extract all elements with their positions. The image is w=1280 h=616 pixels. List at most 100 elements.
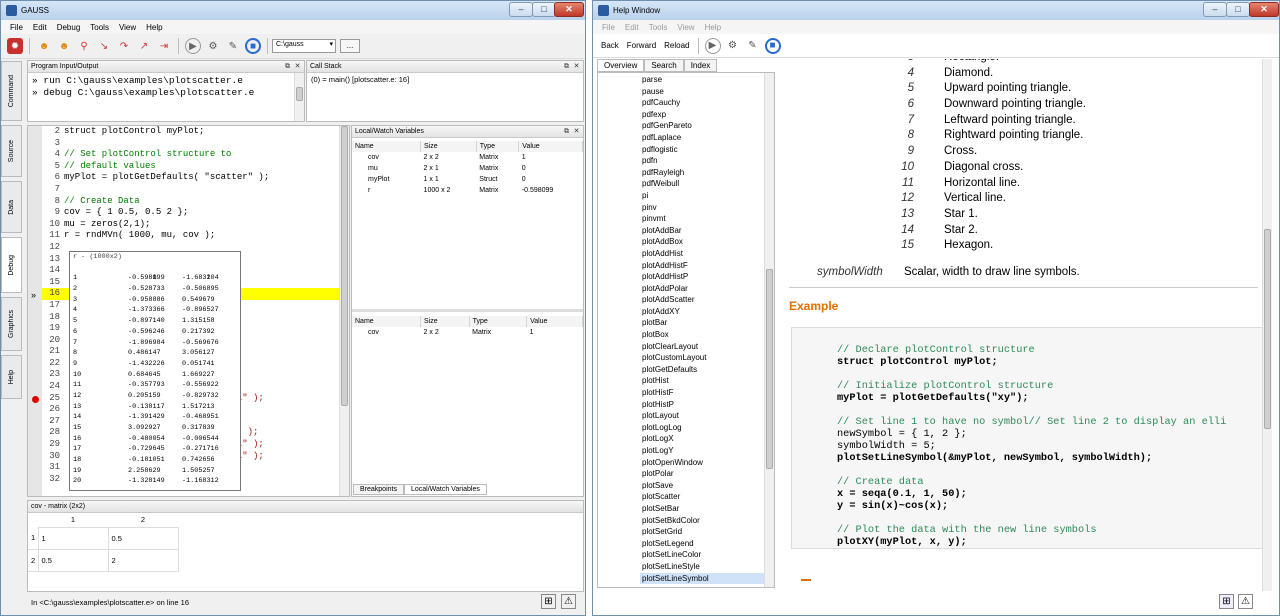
watch-col-header[interactable]: Value <box>518 141 583 152</box>
topic-item[interactable]: plotBox <box>640 329 774 341</box>
run-to-cursor-icon[interactable]: ⇥ <box>156 38 172 54</box>
working-dir-select[interactable]: C:\gauss ▾ <box>272 39 336 53</box>
topic-item[interactable]: plotOpenWindow <box>640 457 774 469</box>
topic-item[interactable]: plotSetLineStyle <box>640 561 774 573</box>
topic-item[interactable]: plotScatter <box>640 491 774 503</box>
tab-index[interactable]: Index <box>683 59 718 72</box>
menu-file[interactable]: File <box>5 23 28 32</box>
topic-item[interactable]: plotSetGrid <box>640 526 774 538</box>
tab-graphics[interactable]: Graphics <box>1 297 22 351</box>
topic-item[interactable]: plotSetBkdColor <box>640 515 774 527</box>
reload-button[interactable]: Reload <box>660 41 693 50</box>
topic-item[interactable]: plotLogLog <box>640 422 774 434</box>
tab-overview[interactable]: Overview <box>597 59 645 72</box>
watch-col-header[interactable]: Type <box>476 141 520 152</box>
topic-list[interactable]: parse pause pdfCauchy pdfexp pdfGenPareto pdf… <box>598 73 774 585</box>
watch-row[interactable]: cov 2 x 2 Matrix 1 <box>352 152 583 163</box>
edit-icon[interactable]: ✎ <box>745 38 761 54</box>
topic-item[interactable]: plotAddScatter <box>640 294 774 306</box>
warning-icon[interactable]: ⚠ <box>1238 594 1253 609</box>
step-into-icon[interactable]: ↘ <box>96 38 112 54</box>
example-code[interactable]: // Declare plotControl structure struct p… <box>791 327 1271 549</box>
topic-item[interactable]: plotAddBar <box>640 225 774 237</box>
watch-row[interactable]: r 1000 x 2 Matrix -0.598099 <box>352 185 583 196</box>
stop-icon[interactable]: ■ <box>764 37 781 54</box>
tab-breakpoints[interactable]: Breakpoints <box>353 484 404 495</box>
watch-table[interactable]: Name Size Type Value cov 2 x 2 Matrix 1 mu 2 x 1 M… <box>352 141 583 196</box>
menu-edit[interactable]: Edit <box>28 23 52 32</box>
code-line[interactable]: 9 cov = { 1 0.5, 0.5 2 }; <box>42 207 339 219</box>
topic-item[interactable]: plotAddPolar <box>640 283 774 295</box>
content-scrollbar[interactable] <box>1262 59 1272 591</box>
float-icon[interactable]: ⧉ <box>283 62 292 71</box>
matrix-row[interactable]: 2 0.5 2 <box>28 549 179 572</box>
browse-button[interactable]: ... <box>340 39 360 53</box>
code-line[interactable]: 8 // Create Data <box>42 196 339 208</box>
forward-button[interactable]: Forward <box>623 41 660 50</box>
editor-gutter[interactable] <box>28 126 42 496</box>
topic-item[interactable]: plotAddHist <box>640 248 774 260</box>
program-io-output[interactable]: » run C:\gauss\examples\plotscatter.e» d… <box>28 73 304 101</box>
tab-local-watch[interactable]: Local/Watch Variables <box>403 484 487 495</box>
watch-divider[interactable] <box>352 309 583 312</box>
code-line[interactable]: 11 r = rndMVn( 1000, mu, cov ); <box>42 230 339 242</box>
tab-search[interactable]: Search <box>644 59 684 72</box>
close-button[interactable]: ✕ <box>554 2 584 17</box>
code-line[interactable]: 3 <box>42 138 339 150</box>
menu-help[interactable]: Help <box>700 23 726 32</box>
watch-col-header[interactable]: Size <box>420 141 477 152</box>
topic-item[interactable]: pdfn <box>640 155 774 167</box>
play-icon[interactable]: ▶ <box>704 37 721 54</box>
topic-item[interactable]: plotGetDefaults <box>640 364 774 376</box>
topic-item[interactable]: plotClearLayout <box>640 341 774 353</box>
watch-col-header[interactable]: Name <box>352 316 422 327</box>
topic-item[interactable]: plotSetLineColor <box>640 549 774 561</box>
topic-item[interactable]: plotBar <box>640 317 774 329</box>
topic-item[interactable]: pdflogistic <box>640 144 774 156</box>
warning-icon[interactable]: ⚠ <box>561 594 576 609</box>
topic-item[interactable]: plotLayout <box>640 410 774 422</box>
menu-view[interactable]: View <box>114 23 141 32</box>
tab-help[interactable]: Help <box>1 355 22 399</box>
topic-item[interactable]: plotAddXY <box>640 306 774 318</box>
watch-table-2[interactable]: Name Size Type Value cov 2 x 2 Matrix 1 <box>352 316 583 338</box>
topic-item[interactable]: pinv <box>640 202 774 214</box>
code-line[interactable]: 2 struct plotControl myPlot; <box>42 126 339 138</box>
minimize-button[interactable]: – <box>509 2 533 17</box>
topic-item[interactable]: plotAddHistF <box>640 260 774 272</box>
menu-view[interactable]: View <box>672 23 699 32</box>
topic-item[interactable]: pdfGenPareto <box>640 120 774 132</box>
code-line[interactable]: 5 // default values <box>42 161 339 173</box>
topic-item[interactable]: pause <box>640 86 774 98</box>
edit-icon[interactable]: ✎ <box>225 38 241 54</box>
debug-icon[interactable]: ☻ <box>56 38 72 54</box>
back-button[interactable]: Back <box>597 41 623 50</box>
close-icon[interactable]: ✕ <box>293 62 302 71</box>
topic-item[interactable]: pdfLaplace <box>640 132 774 144</box>
menu-edit[interactable]: Edit <box>620 23 644 32</box>
close-icon[interactable]: ✕ <box>572 62 581 71</box>
topic-item[interactable]: pdfRayleigh <box>640 167 774 179</box>
topic-item[interactable]: plotCustomLayout <box>640 352 774 364</box>
watch-row[interactable]: cov 2 x 2 Matrix 1 <box>352 327 583 338</box>
maximize-button[interactable]: □ <box>532 2 556 17</box>
menu-tools[interactable]: Tools <box>85 23 114 32</box>
watch-col-header[interactable]: Name <box>352 141 422 152</box>
watch-row[interactable]: myPlot 1 x 1 Struct 0 <box>352 174 583 185</box>
topic-item[interactable]: plotLogX <box>640 433 774 445</box>
tab-data[interactable]: Data <box>1 181 22 233</box>
menu-debug[interactable]: Debug <box>52 23 86 32</box>
watch-row[interactable]: mu 2 x 1 Matrix 0 <box>352 163 583 174</box>
matrix-row[interactable]: 1 1 0.5 <box>28 527 179 550</box>
topic-item[interactable]: plotSetLineSymbol <box>640 572 774 585</box>
watch-col-header[interactable]: Type <box>469 316 528 327</box>
topic-item[interactable]: plotLogY <box>640 445 774 457</box>
matrix-table[interactable]: 1 2 1 1 0.5 2 0.5 2 <box>28 513 179 572</box>
step-out-icon[interactable]: ↗ <box>136 38 152 54</box>
topic-item[interactable]: plotSetLegend <box>640 538 774 550</box>
topic-item[interactable]: pi <box>640 190 774 202</box>
topic-item[interactable]: pinvmt <box>640 213 774 225</box>
io-scrollbar[interactable] <box>294 73 304 121</box>
stop-icon[interactable]: ■ <box>245 38 261 54</box>
float-icon[interactable]: ⧉ <box>562 62 571 71</box>
